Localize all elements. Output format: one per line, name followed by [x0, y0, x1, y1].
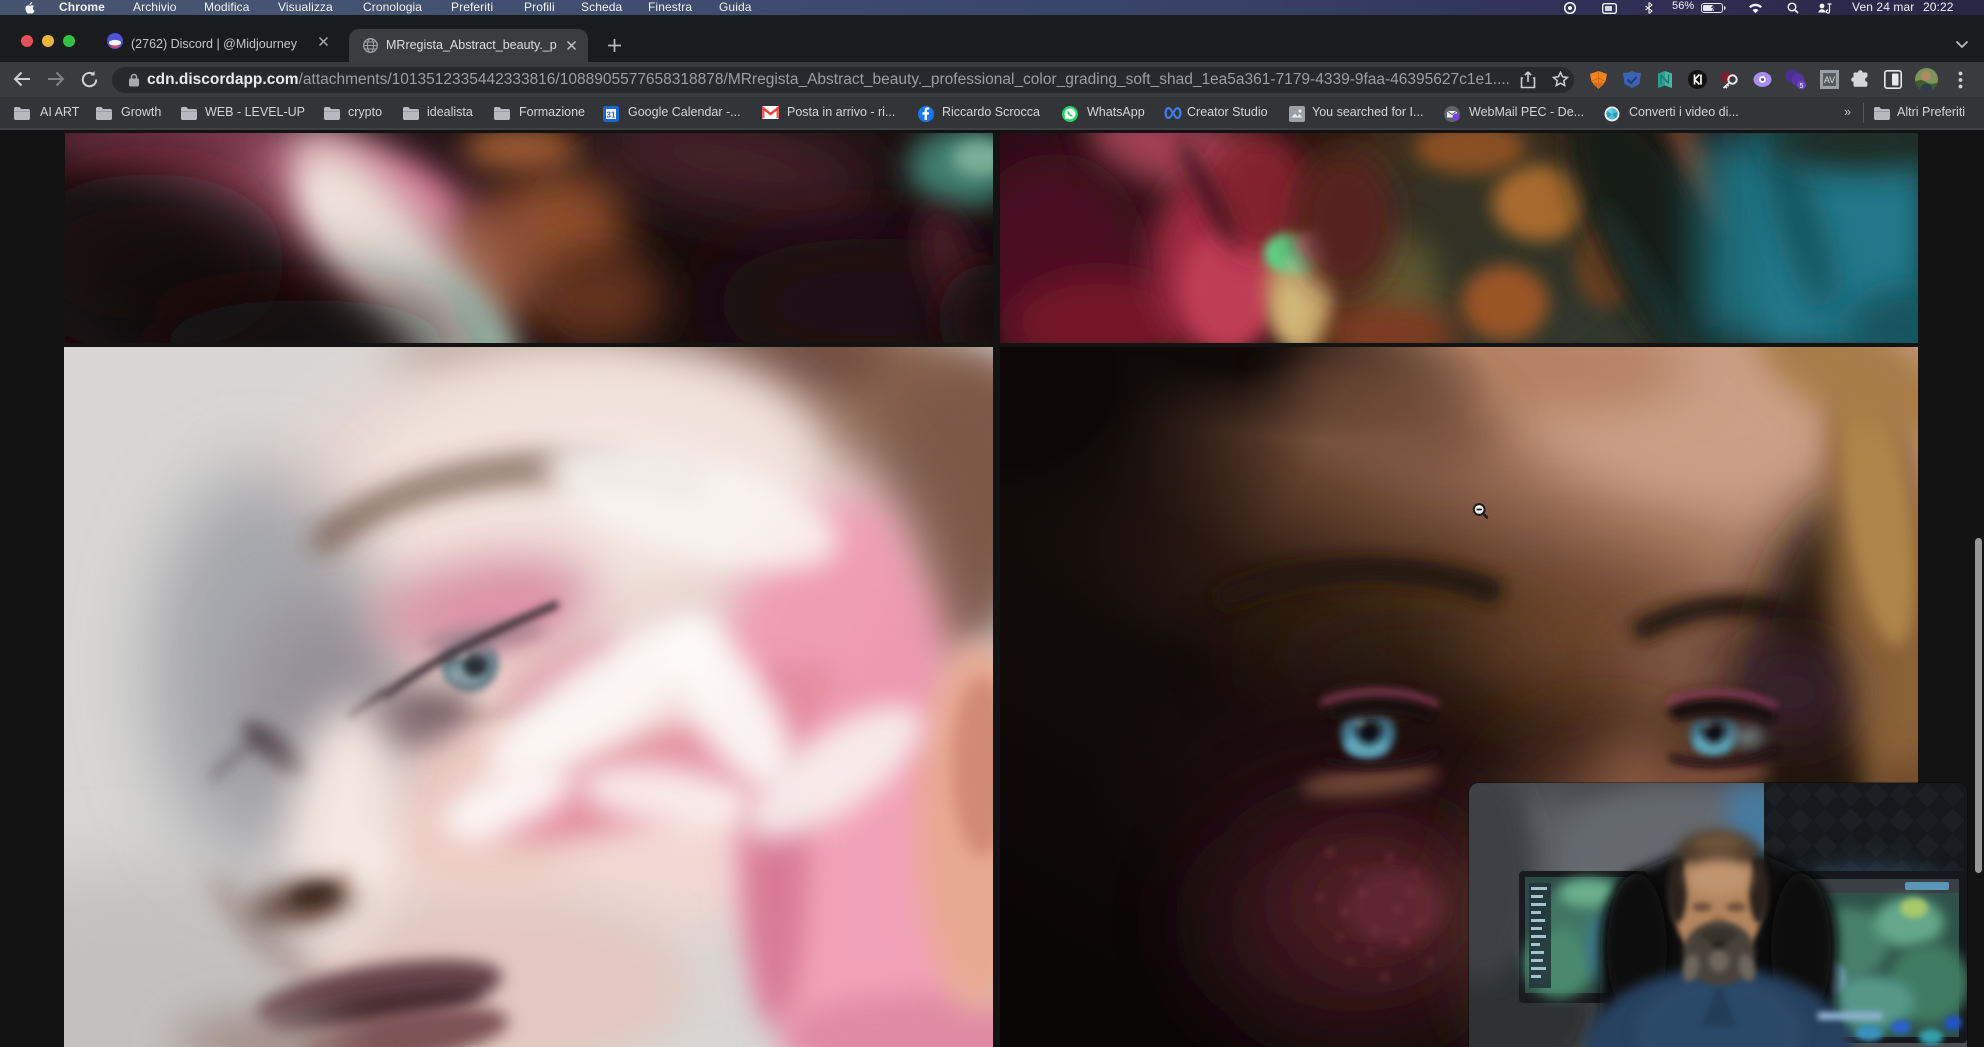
svg-text:31: 31 — [607, 111, 616, 120]
svg-text:5: 5 — [1800, 83, 1804, 90]
svg-text:AV: AV — [1824, 75, 1835, 85]
